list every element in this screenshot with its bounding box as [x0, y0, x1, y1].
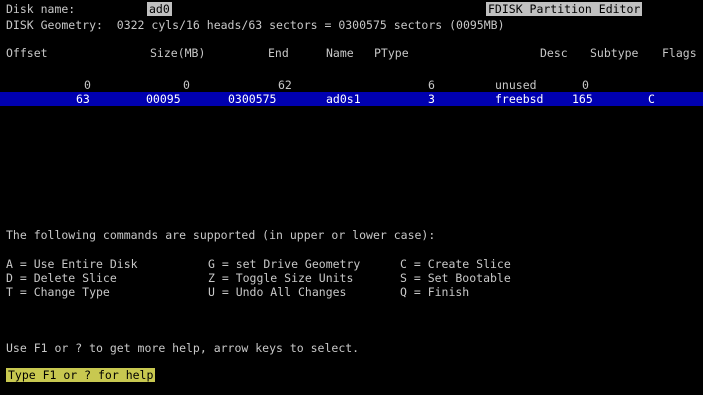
col-offset: Offset — [6, 46, 48, 60]
cell-ptype: 3 — [428, 92, 435, 106]
col-flags: Flags — [662, 46, 697, 60]
cell-end: 62 — [278, 78, 292, 92]
cell-desc: unused — [495, 78, 537, 92]
cmd-toggle-units: Z = Toggle Size Units — [208, 271, 354, 285]
cell-ptype: 6 — [428, 78, 435, 92]
cmd-set-bootable: S = Set Bootable — [400, 271, 511, 285]
status-bar: Type F1 or ? for help — [6, 368, 156, 382]
cell-offset: 63 — [76, 92, 90, 106]
page-title: FDISK Partition Editor — [486, 2, 643, 16]
help-hint: Use F1 or ? to get more help, arrow keys… — [6, 341, 360, 355]
cell-desc: freebsd — [495, 92, 544, 106]
cell-subtype: 0 — [582, 78, 589, 92]
disk-name-label: Disk name: — [6, 2, 76, 16]
col-name: Name — [326, 46, 354, 60]
cmd-finish: Q = Finish — [400, 285, 470, 299]
help-intro: The following commands are supported (in… — [6, 228, 436, 242]
col-end: End — [268, 46, 289, 60]
disk-name-value: ad0 — [147, 2, 172, 16]
col-subtype: Subtype — [590, 46, 639, 60]
col-ptype: PType — [374, 46, 409, 60]
col-size: Size(MB) — [150, 46, 206, 60]
cell-subtype: 165 — [572, 92, 593, 106]
disk-geometry: DISK Geometry: 0322 cyls/16 heads/63 sec… — [6, 18, 505, 32]
cell-size: 00095 — [146, 92, 181, 106]
cmd-create-slice: C = Create Slice — [400, 257, 511, 271]
cmd-change-type: T = Change Type — [6, 285, 110, 299]
cmd-use-entire-disk: A = Use Entire Disk — [6, 257, 138, 271]
cmd-undo-all: U = Undo All Changes — [208, 285, 347, 299]
table-row[interactable]: 0 0 62 6 unused 0 — [0, 78, 703, 92]
table-row-selected[interactable]: 63 00095 0300575 ad0s1 3 freebsd 165 C — [0, 92, 703, 106]
cell-end: 0300575 — [228, 92, 277, 106]
cell-name: ad0s1 — [326, 92, 361, 106]
cell-flags: C — [648, 92, 655, 106]
cell-offset: 0 — [84, 78, 91, 92]
col-desc: Desc — [540, 46, 568, 60]
cmd-delete-slice: D = Delete Slice — [6, 271, 117, 285]
cmd-set-geometry: G = set Drive Geometry — [208, 257, 361, 271]
cell-size: 0 — [183, 78, 190, 92]
